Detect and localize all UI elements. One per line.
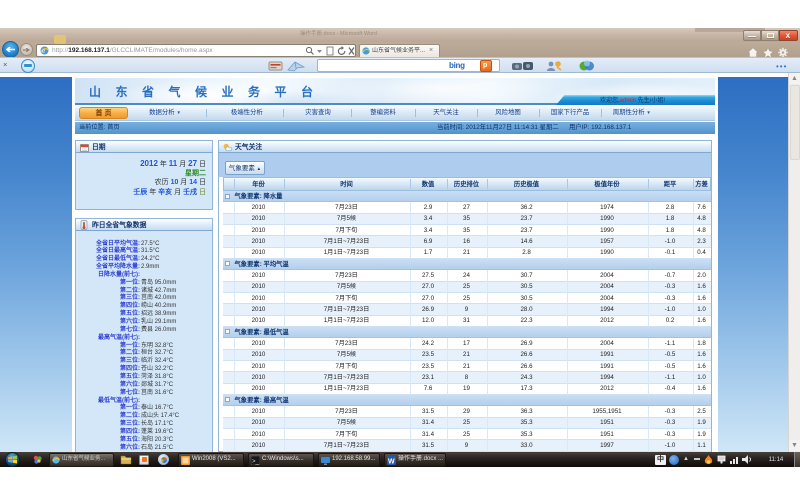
svg-text:>_: >_: [252, 459, 260, 465]
svg-text:e: e: [42, 47, 45, 55]
svg-text:W: W: [388, 458, 395, 465]
